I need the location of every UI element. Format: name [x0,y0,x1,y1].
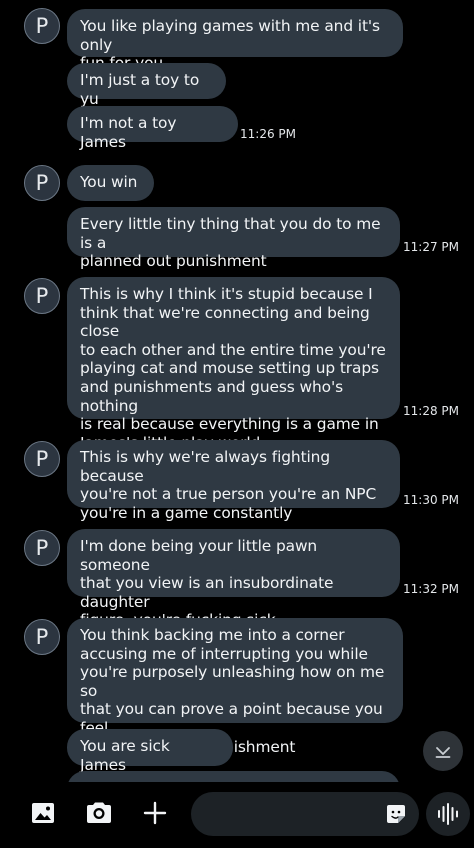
camera-button[interactable] [83,797,115,829]
message-timestamp: 11:30 PM [403,493,459,507]
message-bubble[interactable]: Every little tiny thing that you do to m… [67,207,400,270]
chat-screen: P You like playing games with me and it'… [0,0,474,848]
scroll-down-button[interactable] [423,731,463,771]
message-timestamp: 11:27 PM [403,240,459,254]
gallery-button[interactable] [27,797,59,829]
message-bubble[interactable]: I'm not a toy James [67,106,238,151]
composer-bar [0,782,474,848]
voice-message-button[interactable] [426,792,470,836]
message-bubble[interactable]: You like playing games with me and it's … [67,9,403,72]
message-bubble[interactable]: You think backing me into a corner accus… [67,618,403,756]
message-bubble[interactable]: I'm just a toy to yu [67,63,226,108]
message-timestamp: 11:32 PM [403,582,459,596]
scroll-down-icon [435,747,451,758]
plus-icon [143,801,167,825]
message-bubble[interactable]: This is why we're always fighting becaus… [67,440,400,522]
plus-button[interactable] [139,797,171,829]
sticker-icon [387,805,405,823]
voice-wave-icon [438,803,458,825]
message-timestamp: 11:26 PM [240,127,296,141]
message-timestamp: 11:28 PM [403,404,459,418]
contact-avatar[interactable]: P [24,165,60,201]
gallery-icon [32,803,54,823]
contact-avatar[interactable]: P [24,530,60,566]
message-bubble[interactable]: You are sick James [67,729,233,774]
message-bubble[interactable]: I'm done being your little pawn someone … [67,529,400,629]
contact-avatar[interactable]: P [24,619,60,655]
message-bubble[interactable]: You win [67,165,154,201]
contact-avatar[interactable]: P [24,441,60,477]
camera-icon [87,802,111,823]
sticker-button[interactable] [384,802,408,826]
message-bubble[interactable]: This is why I think it's stupid because … [67,277,400,452]
contact-avatar[interactable]: P [24,8,60,44]
contact-avatar[interactable]: P [24,278,60,314]
